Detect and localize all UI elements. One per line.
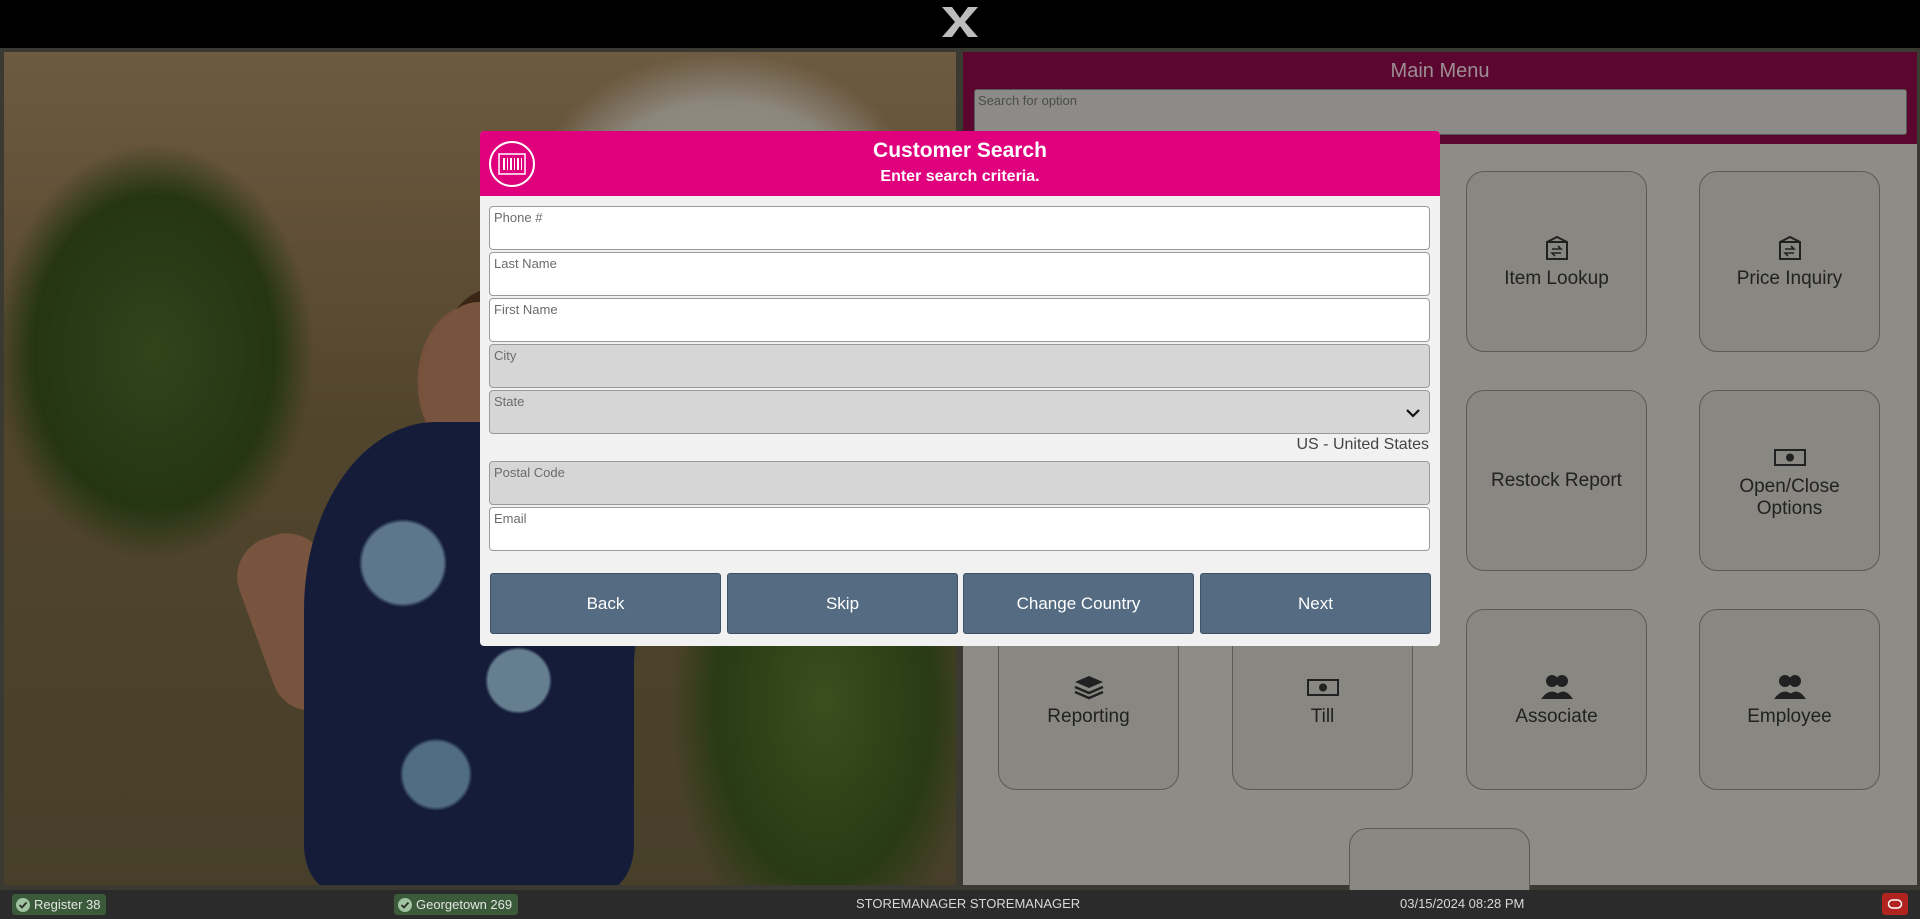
register-label: Register 38 bbox=[34, 897, 101, 912]
change-country-button[interactable]: Change Country bbox=[963, 573, 1194, 634]
customer-search-dialog: Customer Search Enter search criteria. P… bbox=[480, 131, 1440, 646]
store-status: Georgetown 269 bbox=[394, 894, 519, 915]
city-field-label: City bbox=[494, 348, 517, 363]
status-bar: Register 38 Georgetown 269 STOREMANAGER … bbox=[0, 890, 1920, 919]
state-select-label: State bbox=[494, 394, 525, 409]
first-name-field-label: First Name bbox=[494, 302, 558, 317]
last-name-field[interactable]: Last Name bbox=[489, 252, 1430, 296]
back-button[interactable]: Back bbox=[490, 573, 721, 634]
skip-button[interactable]: Skip bbox=[727, 573, 958, 634]
date-time: 03/15/2024 08:28 PM bbox=[1400, 896, 1525, 911]
city-field[interactable]: City bbox=[489, 344, 1430, 388]
logout-button[interactable] bbox=[1882, 893, 1908, 915]
check-icon bbox=[398, 897, 412, 912]
dialog-header: Customer Search Enter search criteria. bbox=[480, 131, 1440, 196]
postal-code-field[interactable]: Postal Code bbox=[489, 461, 1430, 505]
user-name: STOREMANAGER STOREMANAGER bbox=[856, 896, 1081, 911]
country-label: US - United States bbox=[1296, 436, 1430, 453]
email-field[interactable]: Email bbox=[489, 507, 1430, 551]
dialog-title: Customer Search bbox=[873, 139, 1047, 162]
next-button[interactable]: Next bbox=[1200, 573, 1431, 634]
register-status: Register 38 bbox=[12, 894, 107, 915]
first-name-field[interactable]: First Name bbox=[489, 298, 1430, 342]
email-field-label: Email bbox=[494, 511, 527, 526]
chevron-down-icon bbox=[1406, 409, 1420, 418]
postal-code-field-label: Postal Code bbox=[494, 465, 565, 480]
dialog-subtitle: Enter search criteria. bbox=[880, 168, 1040, 185]
last-name-field-label: Last Name bbox=[494, 256, 557, 271]
phone-field-label: Phone # bbox=[494, 210, 543, 225]
phone-field[interactable]: Phone # bbox=[489, 206, 1430, 250]
store-label: Georgetown 269 bbox=[416, 897, 513, 912]
logout-icon bbox=[1887, 899, 1903, 909]
state-select[interactable]: State bbox=[489, 390, 1430, 434]
top-bar bbox=[0, 0, 1920, 48]
app-logo-icon bbox=[942, 7, 978, 37]
check-icon bbox=[16, 897, 30, 912]
